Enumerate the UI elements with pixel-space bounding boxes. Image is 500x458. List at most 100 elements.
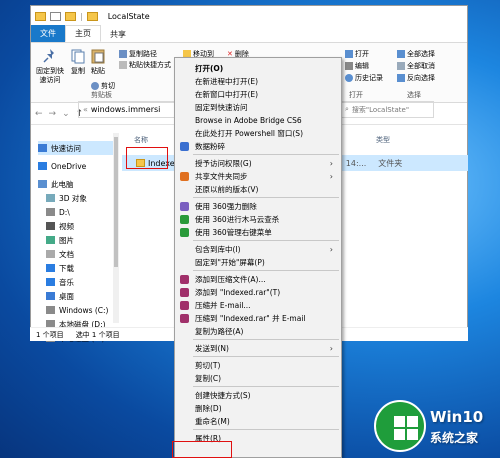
pin-quick-access-button[interactable]: 固定到快速访问 xyxy=(33,47,67,85)
open-label: 打开 xyxy=(355,50,369,58)
invert-icon xyxy=(397,74,405,82)
menu-item[interactable]: 固定到快速访问 xyxy=(175,101,341,114)
menu-item[interactable]: 使用 360强力删除 xyxy=(175,200,341,213)
chevron-down-icon[interactable]: ⌄ xyxy=(62,109,70,119)
menu-item[interactable]: 在此处打开 Powershell 窗口(S) xyxy=(175,127,341,140)
menu-item-label: 授予访问权限(G) xyxy=(195,159,252,168)
paste-shortcut-icon xyxy=(119,61,127,69)
menu-item-label: 在新进程中打开(E) xyxy=(195,77,259,86)
menu-item-label: 压缩到 "Indexed.rar" 并 E-mail xyxy=(195,314,306,323)
pin-icon xyxy=(43,49,54,63)
menu-item[interactable]: 打开(O) xyxy=(175,62,341,75)
history-icon xyxy=(345,74,353,82)
paste-shortcut-button[interactable]: 粘贴快捷方式 xyxy=(119,60,171,70)
menu-item-label: 压缩并 E-mail... xyxy=(195,301,251,310)
ribbon-tabs: 文件 主页 共享 xyxy=(31,25,467,43)
scissors-icon xyxy=(91,82,99,90)
menu-item[interactable]: 压缩并 E-mail... xyxy=(175,299,341,312)
menu-item-label: 数据粉碎 xyxy=(195,142,225,151)
search-input[interactable]: ⌕ 搜索"LocalState" xyxy=(340,101,434,118)
paste-shortcut-label: 粘贴快捷方式 xyxy=(129,61,171,69)
chevron-right-icon: › xyxy=(329,172,333,181)
context-menu: 打开(O) 在新进程中打开(E) 在新窗口中打开(E) 固定到快速访问 Browse i… xyxy=(174,57,342,458)
menu-item[interactable]: 在新窗口中打开(E) xyxy=(175,88,341,101)
menu-item[interactable]: 添加到 "Indexed.rar"(T) xyxy=(175,286,341,299)
checkbox-icon[interactable] xyxy=(50,11,61,21)
window-title: LocalState xyxy=(107,11,150,21)
menu-item[interactable]: 共享文件夹同步 › xyxy=(175,170,341,183)
winrar-icon xyxy=(180,275,189,284)
menu-item[interactable]: 复制为路径(A) xyxy=(175,325,341,338)
menu-separator xyxy=(193,339,339,340)
logo-circle xyxy=(374,400,426,452)
menu-item[interactable]: 在新进程中打开(E) xyxy=(175,75,341,88)
360-scan-icon xyxy=(180,215,189,224)
logo-text-line1: Win10 xyxy=(430,408,484,426)
menu-item[interactable]: 使用 360进行木马云查杀 xyxy=(175,213,341,226)
history-button[interactable]: 历史记录 xyxy=(345,73,383,83)
menu-item[interactable]: 添加到压缩文件(A)... xyxy=(175,273,341,286)
search-icon: ⌕ xyxy=(345,105,349,113)
menu-item-label: 共享文件夹同步 xyxy=(195,172,248,181)
menu-item[interactable]: Browse in Adobe Bridge CS6 xyxy=(175,114,341,127)
menu-item[interactable]: 授予访问权限(G) › xyxy=(175,157,341,170)
invert-label: 反向选择 xyxy=(407,74,435,82)
copy-path-button[interactable]: 复制路径 xyxy=(119,49,157,59)
tab-share[interactable]: 共享 xyxy=(101,27,135,42)
paste-label: 粘贴 xyxy=(91,67,105,75)
pin-label: 固定到快速访问 xyxy=(36,67,64,84)
tab-file[interactable]: 文件 xyxy=(31,25,65,42)
open-ribbon-button[interactable]: 打开 xyxy=(345,49,369,59)
folder-icon xyxy=(86,11,98,21)
folder-icon[interactable] xyxy=(65,11,76,21)
select-group-label: 选择 xyxy=(407,91,421,99)
menu-item[interactable]: 压缩到 "Indexed.rar" 并 E-mail xyxy=(175,312,341,325)
search-placeholder: 搜索"LocalState" xyxy=(351,105,410,114)
address-bar[interactable]: « windows.immersi xyxy=(78,101,188,118)
copy-icon xyxy=(71,49,85,64)
edit-button[interactable]: 编辑 xyxy=(345,61,369,71)
menu-item[interactable]: 还原以前的版本(V) xyxy=(175,183,341,196)
menu-item[interactable]: 数据粉碎 xyxy=(175,140,341,153)
menu-item-label: 在新窗口中打开(E) xyxy=(195,90,259,99)
paste-button[interactable]: 粘贴 xyxy=(89,47,107,76)
invert-selection-button[interactable]: 反向选择 xyxy=(397,73,435,83)
menu-item-label: 使用 360强力删除 xyxy=(195,202,257,211)
menu-item-label: 还原以前的版本(V) xyxy=(195,185,259,194)
menu-item-label: 发送到(N) xyxy=(195,344,229,353)
copy-button[interactable]: 复制 xyxy=(69,47,87,76)
menu-separator xyxy=(193,356,339,357)
menu-item[interactable]: 固定到"开始"屏幕(P) xyxy=(175,256,341,269)
menu-item[interactable]: 创建快捷方式(S) xyxy=(175,389,341,402)
menu-item[interactable]: 使用 360管理右键菜单 xyxy=(175,226,341,239)
menu-item[interactable]: 复制(C) xyxy=(175,372,341,385)
highlight-box-folder xyxy=(126,147,168,169)
open-icon xyxy=(345,50,353,58)
menu-separator xyxy=(193,386,339,387)
menu-item-label: 添加到压缩文件(A)... xyxy=(195,275,266,284)
menu-item[interactable]: 删除(D) xyxy=(175,402,341,415)
menu-item-label: 在此处打开 Powershell 窗口(S) xyxy=(195,129,303,138)
menu-item[interactable]: 包含到库中(I) › xyxy=(175,243,341,256)
menu-item[interactable]: 剪切(T) xyxy=(175,359,341,372)
menu-separator xyxy=(193,154,339,155)
menu-separator xyxy=(193,240,339,241)
history-label: 历史记录 xyxy=(355,74,383,82)
select-none-button[interactable]: 全部取消 xyxy=(397,61,435,71)
menu-item-label: 剪切(T) xyxy=(195,361,221,370)
menu-item-label: Browse in Adobe Bridge CS6 xyxy=(195,116,302,125)
menu-item-label: 删除(D) xyxy=(195,404,222,413)
menu-item-label: 重命名(M) xyxy=(195,417,230,426)
sync-icon xyxy=(180,172,189,181)
winrar-icon xyxy=(180,301,189,310)
menu-item[interactable]: 发送到(N) › xyxy=(175,342,341,355)
select-all-button[interactable]: 全部选择 xyxy=(397,49,435,59)
menu-separator xyxy=(193,197,339,198)
edit-label: 编辑 xyxy=(355,62,369,70)
menu-item-label: 使用 360进行木马云查杀 xyxy=(195,215,280,224)
tab-home[interactable]: 主页 xyxy=(65,25,101,42)
menu-item[interactable]: 重命名(M) xyxy=(175,415,341,428)
windows-logo-icon xyxy=(394,416,418,440)
back-arrow-icon[interactable]: ← xyxy=(35,109,43,119)
forward-arrow-icon[interactable]: → xyxy=(49,109,57,119)
